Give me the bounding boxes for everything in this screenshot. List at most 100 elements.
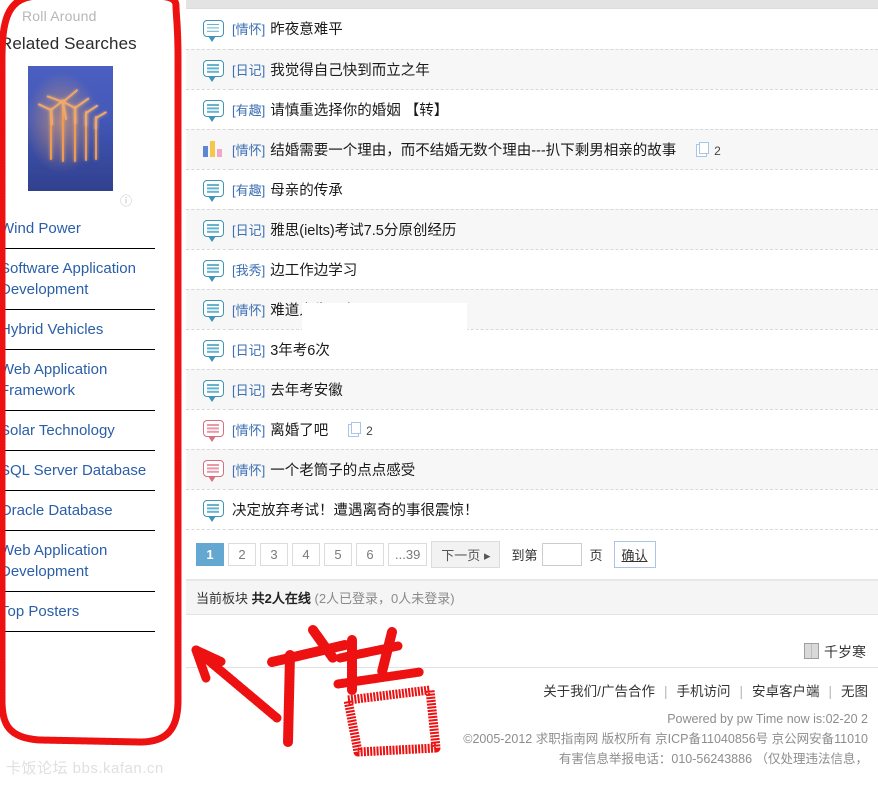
speech-bubble-icon <box>202 180 224 203</box>
related-searches-title: Related Searches <box>0 34 137 53</box>
sidebar-link-software-application-development[interactable]: Software Application Development <box>0 249 155 310</box>
speech-bubble-icon <box>202 300 224 323</box>
thread-title[interactable]: 母亲的传承 <box>270 183 343 199</box>
thread-title[interactable]: 我觉得自己快到而立之年 <box>270 63 430 79</box>
table-row[interactable]: [情怀] 昨夜意难平 <box>186 9 878 49</box>
thread-title-cell[interactable]: [日记] 3年考6次 <box>231 329 878 369</box>
table-row[interactable]: [情怀] 一个老筒子的点点感受 <box>186 449 878 489</box>
confirm-button[interactable]: 确认 <box>613 540 656 568</box>
online-detail: (2人已登录，0人未登录) <box>314 590 455 606</box>
redaction-box <box>302 303 467 331</box>
page-button-5[interactable]: 5 <box>324 542 352 566</box>
thread-icon-cell <box>186 409 231 449</box>
next-page-label: 下一页 <box>441 547 481 563</box>
main-content: [情怀] 昨夜意难平 [日记] 我觉得自己快到而立之年 [有趣] 请慎重选择你的婚姻 … <box>186 0 878 786</box>
footer-separator: | <box>828 683 832 699</box>
sidebar-link-hybrid-vehicles[interactable]: Hybrid Vehicles <box>0 310 155 350</box>
attachment-count: 2 <box>714 143 721 158</box>
thread-title-cell[interactable]: [情怀] 结婚需要一个理由，而不结婚无数个理由---扒下剩男相亲的故事 2 <box>231 129 878 169</box>
table-row[interactable]: [有趣] 母亲的传承 <box>186 169 878 209</box>
thread-category: [情怀] <box>232 302 266 318</box>
thread-category: [日记] <box>232 382 266 398</box>
sidebar-link-top-posters[interactable]: Top Posters <box>0 592 155 632</box>
thread-icon-cell <box>186 329 231 369</box>
table-row[interactable]: 决定放弃考试！遭遇离奇的事很震惊！ <box>186 489 878 529</box>
thread-title[interactable]: 边工作边学习 <box>270 263 357 279</box>
thread-title[interactable]: 结婚需要一个理由，而不结婚无数个理由---扒下剩男相亲的故事 <box>270 143 676 159</box>
footer-report-phone: 有害信息举报电话：010-56243886 （仅处理违法信息， <box>558 751 868 766</box>
thread-icon-cell <box>186 369 231 409</box>
table-row[interactable]: [日记] 雅思(ielts)考试7.5分原创经历 <box>186 209 878 249</box>
footer-link-about[interactable]: 关于我们/广告合作 <box>543 684 655 699</box>
signature-name: 千岁寒 <box>824 643 866 660</box>
sidebar-link-oracle-database[interactable]: Oracle Database <box>0 491 155 531</box>
footer-link-no-image[interactable]: 无图 <box>841 684 868 699</box>
thread-title[interactable]: 昨夜意难平 <box>270 22 343 38</box>
sidebar-link-sql-server-database[interactable]: SQL Server Database <box>0 451 155 491</box>
thread-list: [情怀] 昨夜意难平 [日记] 我觉得自己快到而立之年 [有趣] 请慎重选择你的婚姻 … <box>186 9 878 530</box>
speech-bubble-icon <box>202 60 224 83</box>
ad-info-icon[interactable]: ⓘ <box>0 191 156 209</box>
table-row[interactable]: [情怀]难道人生只有 <box>186 289 878 329</box>
thread-title[interactable]: 请慎重选择你的婚姻 【转】 <box>270 103 448 119</box>
thread-title[interactable]: 雅思(ielts)考试7.5分原创经历 <box>270 223 456 239</box>
page-button-6[interactable]: 6 <box>356 542 384 566</box>
goto-page-input[interactable] <box>542 542 583 566</box>
page-button-3[interactable]: 3 <box>260 542 288 566</box>
table-row[interactable]: [我秀] 边工作边学习 <box>186 249 878 289</box>
thread-title-cell[interactable]: 决定放弃考试！遭遇离奇的事很震惊！ <box>231 489 878 529</box>
thread-icon-cell <box>186 209 231 249</box>
table-row[interactable]: [情怀] 结婚需要一个理由，而不结婚无数个理由---扒下剩男相亲的故事 2 <box>186 129 878 169</box>
table-row[interactable]: [情怀] 离婚了吧 2 <box>186 409 878 449</box>
page-button-4[interactable]: 4 <box>292 542 320 566</box>
thread-title-cell[interactable]: [日记] 去年考安徽 <box>231 369 878 409</box>
signature-area: 千岁寒 <box>186 615 878 668</box>
attachment-icon <box>348 421 362 437</box>
wind-power-image[interactable] <box>28 66 113 191</box>
page-button-last[interactable]: ...39 <box>388 542 428 566</box>
thread-title-cell[interactable]: [日记] 雅思(ielts)考试7.5分原创经历 <box>231 209 878 249</box>
page-button-1[interactable]: 1 <box>196 542 224 566</box>
online-total: 共2人在线 <box>251 590 311 606</box>
sidebar-link-web-application-development[interactable]: Web Application Development <box>0 531 155 592</box>
thread-category: [情怀] <box>232 462 266 478</box>
ad-thumbnail-wrap[interactable] <box>0 64 156 191</box>
thread-title[interactable]: 去年考安徽 <box>270 383 343 399</box>
sidebar-link-wind-power[interactable]: Wind Power <box>0 209 155 249</box>
online-status-bar: 当前板块 共2人在线 (2人已登录，0人未登录) <box>186 579 878 615</box>
sidebar-link-web-application-framework[interactable]: Web Application Framework <box>0 350 155 411</box>
pagination: 1 2 3 4 5 6 ...39 下一页 ▸ 到第页确认 <box>186 530 878 580</box>
thread-title-cell[interactable]: [有趣] 请慎重选择你的婚姻 【转】 <box>231 89 878 129</box>
thread-title-cell[interactable]: [情怀] 一个老筒子的点点感受 <box>231 449 878 489</box>
thread-title-cell[interactable]: [情怀] 昨夜意难平 <box>231 9 878 49</box>
footer-separator: | <box>663 683 668 699</box>
thread-icon-cell <box>186 129 231 169</box>
sidebar-link-solar-technology[interactable]: Solar Technology <box>0 411 155 451</box>
footer-link-android[interactable]: 安卓客户端 <box>752 684 820 699</box>
thread-title-cell[interactable]: [情怀] 离婚了吧 2 <box>231 409 878 449</box>
thread-title[interactable]: 离婚了吧 <box>270 423 328 439</box>
signature-user[interactable]: 千岁寒 <box>804 642 866 662</box>
thread-category: [日记] <box>232 62 266 78</box>
thread-title[interactable]: 决定放弃考试！遭遇离奇的事很震惊！ <box>232 503 479 519</box>
speech-bubble-icon <box>202 260 224 283</box>
table-row[interactable]: [日记] 去年考安徽 <box>186 369 878 409</box>
page-button-2[interactable]: 2 <box>228 542 256 566</box>
footer-separator: | <box>739 683 743 699</box>
next-page-button[interactable]: 下一页 ▸ <box>431 540 501 568</box>
thread-title[interactable]: 3年考6次 <box>270 343 330 359</box>
footer-powered-by: Powered by pw Time now is:02-20 2 <box>667 711 868 726</box>
thread-title[interactable]: 一个老筒子的点点感受 <box>270 463 415 479</box>
table-row[interactable]: [有趣] 请慎重选择你的婚姻 【转】 <box>186 89 878 129</box>
sidebar-ad-panel: Roll Around Related Searches ⓘ Wind Powe… <box>0 0 168 700</box>
footer-link-mobile[interactable]: 手机访问 <box>676 684 730 699</box>
thread-title-cell[interactable]: [有趣] 母亲的传承 <box>231 169 878 209</box>
table-row[interactable]: [日记] 3年考6次 <box>186 329 878 369</box>
online-prefix: 当前板块 <box>196 590 249 606</box>
site-watermark: 卡饭论坛 bbs.kafan.cn <box>6 760 164 777</box>
thread-title-cell[interactable]: [我秀] 边工作边学习 <box>231 249 878 289</box>
thread-category: [日记] <box>232 222 266 238</box>
attachment-indicator: 2 <box>696 141 721 158</box>
thread-title-cell[interactable]: [日记] 我觉得自己快到而立之年 <box>231 49 878 89</box>
table-row[interactable]: [日记] 我觉得自己快到而立之年 <box>186 49 878 89</box>
